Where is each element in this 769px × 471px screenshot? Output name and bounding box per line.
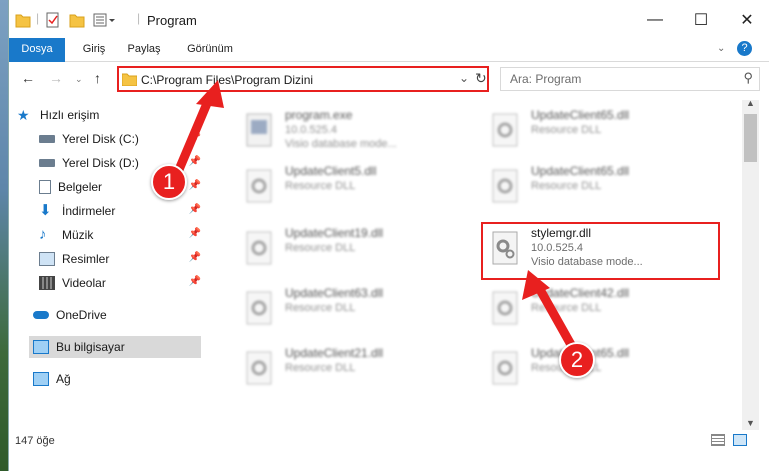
arrow-1 xyxy=(173,89,216,177)
callout-2: 2 xyxy=(559,342,595,378)
annotation-arrows xyxy=(173,80,579,355)
arrow-2 xyxy=(533,281,579,355)
arrowhead-1 xyxy=(196,80,224,108)
callout-1: 1 xyxy=(151,164,187,200)
